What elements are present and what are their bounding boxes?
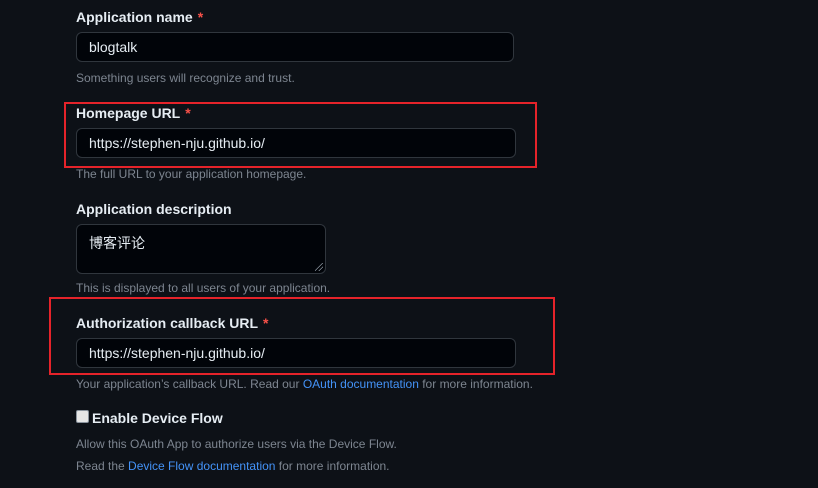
- homepage-url-input[interactable]: https://stephen-nju.github.io/: [76, 128, 516, 158]
- resize-grip-icon[interactable]: [315, 263, 323, 271]
- callback-url-hint: Your application’s callback URL. Read ou…: [76, 377, 533, 391]
- homepage-url-label: Homepage URL *: [76, 105, 191, 121]
- app-name-label: Application name *: [76, 9, 204, 25]
- required-mark: *: [263, 315, 269, 331]
- oauth-docs-link[interactable]: OAuth documentation: [303, 377, 419, 391]
- description-label: Application description: [76, 201, 232, 217]
- required-mark: *: [197, 9, 204, 25]
- callback-url-input[interactable]: https://stephen-nju.github.io/: [76, 338, 516, 368]
- description-hint: This is displayed to all users of your a…: [76, 281, 331, 295]
- device-flow-label[interactable]: Enable Device Flow: [92, 410, 223, 426]
- homepage-url-hint: The full URL to your application homepag…: [76, 167, 307, 181]
- description-textarea[interactable]: 博客评论: [76, 224, 326, 274]
- app-name-input[interactable]: blogtalk: [76, 32, 514, 62]
- required-mark: *: [185, 105, 191, 121]
- callback-url-label: Authorization callback URL *: [76, 315, 269, 331]
- device-flow-docs-hint: Read the Device Flow documentation for m…: [76, 459, 390, 473]
- device-flow-checkbox[interactable]: [76, 410, 89, 423]
- device-flow-docs-link[interactable]: Device Flow documentation: [128, 459, 275, 473]
- description-text: 博客评论: [89, 235, 145, 251]
- app-name-hint: Something users will recognize and trust…: [76, 71, 295, 85]
- device-flow-hint: Allow this OAuth App to authorize users …: [76, 437, 397, 451]
